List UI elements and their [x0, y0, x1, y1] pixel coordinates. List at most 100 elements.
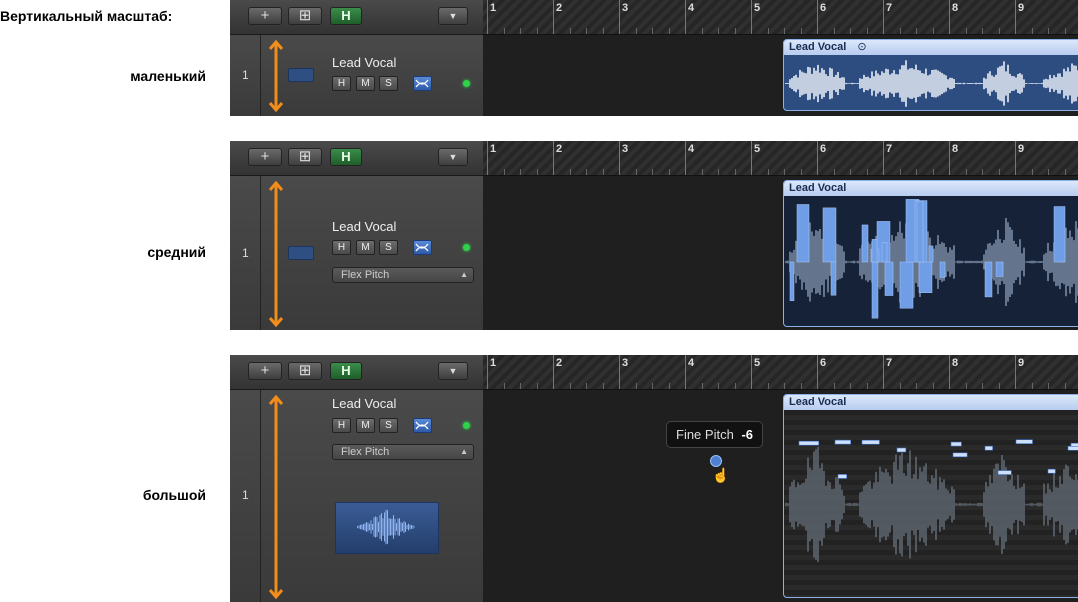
solo-button[interactable]: S	[379, 418, 398, 433]
track-header-toolbar: + ⊞ H ▼	[230, 141, 483, 176]
bar-number: 6	[820, 2, 827, 14]
bar-number: 2	[556, 143, 563, 155]
flex-mode-select[interactable]: Flex Pitch ▲	[332, 444, 474, 460]
beat-tick	[652, 169, 653, 175]
bar-tick	[883, 141, 884, 175]
bar-tick	[817, 0, 818, 34]
vertical-arrow-icon	[268, 180, 284, 328]
bar-number: 7	[886, 357, 893, 369]
bar-number: 2	[556, 2, 563, 14]
mute-button[interactable]: M	[356, 76, 375, 91]
bar-tick	[751, 0, 752, 34]
track-name[interactable]: Lead Vocal	[332, 55, 396, 70]
hide-tracks-button[interactable]: H	[330, 362, 362, 380]
record-enable-led[interactable]	[463, 422, 470, 429]
beat-tick	[982, 28, 983, 34]
bar-number: 2	[556, 357, 563, 369]
hide-button[interactable]: H	[332, 240, 351, 255]
bar-tick	[751, 355, 752, 389]
chevron-down-icon: ▼	[448, 366, 458, 376]
track-name[interactable]: Lead Vocal	[332, 396, 396, 411]
new-track-stack-button[interactable]: ⊞	[288, 362, 322, 380]
flex-button[interactable]	[413, 76, 432, 91]
beat-tick	[503, 383, 505, 389]
region-name: Lead Vocal	[789, 41, 847, 53]
panel-large: + ⊞ H ▼ 1 2 3 4 5 6 7 8 9 1 Lead Vocal H M S Fle…	[230, 355, 1078, 602]
region-name: Lead Vocal	[789, 182, 847, 194]
beat-tick	[833, 169, 835, 175]
bar-number: 6	[820, 357, 827, 369]
flex-button[interactable]	[413, 418, 432, 433]
track-name[interactable]: Lead Vocal	[332, 219, 396, 234]
audio-region[interactable]: Lead Vocal ⊙	[783, 39, 1078, 111]
bar-tick	[1015, 141, 1016, 175]
bar-tick	[553, 355, 554, 389]
flex-mode-select[interactable]: Flex Pitch ▲	[332, 267, 474, 283]
beat-tick	[503, 28, 505, 34]
solo-button[interactable]: S	[379, 240, 398, 255]
beat-tick	[784, 169, 785, 175]
beat-tick	[718, 383, 719, 389]
record-enable-led[interactable]	[463, 244, 470, 251]
bar-tick	[487, 355, 488, 389]
beat-tick	[833, 28, 835, 34]
beat-tick	[916, 28, 917, 34]
bar-ruler[interactable]: 1 2 3 4 5 6 7 8 9	[483, 355, 1078, 390]
tracks-area[interactable]: Lead Vocal ⊙	[483, 35, 1078, 116]
mute-button[interactable]: M	[356, 240, 375, 255]
bar-number: 9	[1018, 357, 1025, 369]
beat-tick	[833, 383, 835, 389]
beat-tick	[668, 383, 670, 389]
add-track-button[interactable]: +	[248, 362, 282, 380]
beat-tick	[1048, 28, 1049, 34]
audio-region[interactable]: Lead Vocal	[783, 394, 1078, 598]
collapse-button[interactable]: ▼	[438, 148, 468, 166]
bar-ruler[interactable]: 1 2 3 4 5 6 7 8 9	[483, 0, 1078, 35]
beat-tick	[503, 169, 505, 175]
bar-tick	[487, 0, 488, 34]
tracks-area[interactable]: Lead Vocal	[483, 176, 1078, 330]
tracks-area[interactable]: Lead Vocal Fine Pitch -6 ☝	[483, 390, 1078, 602]
collapse-button[interactable]: ▼	[438, 362, 468, 380]
new-track-stack-button[interactable]: ⊞	[288, 7, 322, 25]
bar-ruler[interactable]: 1 2 3 4 5 6 7 8 9	[483, 141, 1078, 176]
new-track-stack-icon: ⊞	[298, 148, 312, 165]
track-header[interactable]: 1 Lead Vocal H M S	[230, 35, 484, 116]
track-header[interactable]: 1 Lead Vocal H M S Flex Pitch ▲	[230, 176, 484, 330]
beat-tick	[784, 383, 785, 389]
collapse-button[interactable]: ▼	[438, 7, 468, 25]
vertical-arrow-icon	[268, 39, 284, 113]
chevron-down-icon: ▼	[448, 11, 458, 21]
audio-region[interactable]: Lead Vocal	[783, 180, 1078, 327]
beat-tick	[1048, 169, 1049, 175]
flex-button[interactable]	[413, 240, 432, 255]
track-header[interactable]: 1 Lead Vocal H M S Flex Pitch ▲	[230, 390, 484, 602]
beat-tick	[866, 383, 868, 389]
hide-tracks-button[interactable]: H	[330, 148, 362, 166]
beat-tick	[899, 169, 901, 175]
mute-button[interactable]: M	[356, 418, 375, 433]
beat-tick	[784, 28, 785, 34]
beat-tick	[998, 169, 1000, 175]
bar-number: 5	[754, 143, 761, 155]
bar-tick	[553, 0, 554, 34]
beat-tick	[1064, 169, 1066, 175]
bar-number: 7	[886, 2, 893, 14]
beat-tick	[932, 169, 934, 175]
bar-tick	[817, 141, 818, 175]
hide-tracks-button[interactable]: H	[330, 7, 362, 25]
bar-tick	[1015, 0, 1016, 34]
bar-tick	[685, 0, 686, 34]
hide-button[interactable]: H	[332, 76, 351, 91]
pitch-handle[interactable]	[710, 455, 722, 467]
add-track-button[interactable]: +	[248, 7, 282, 25]
new-track-stack-button[interactable]: ⊞	[288, 148, 322, 166]
beat-tick	[652, 383, 653, 389]
hide-button[interactable]: H	[332, 418, 351, 433]
bar-number: 8	[952, 143, 959, 155]
add-track-button[interactable]: +	[248, 148, 282, 166]
solo-button[interactable]: S	[379, 76, 398, 91]
bar-number: 4	[688, 357, 695, 369]
bar-tick	[949, 355, 950, 389]
record-enable-led[interactable]	[463, 80, 470, 87]
